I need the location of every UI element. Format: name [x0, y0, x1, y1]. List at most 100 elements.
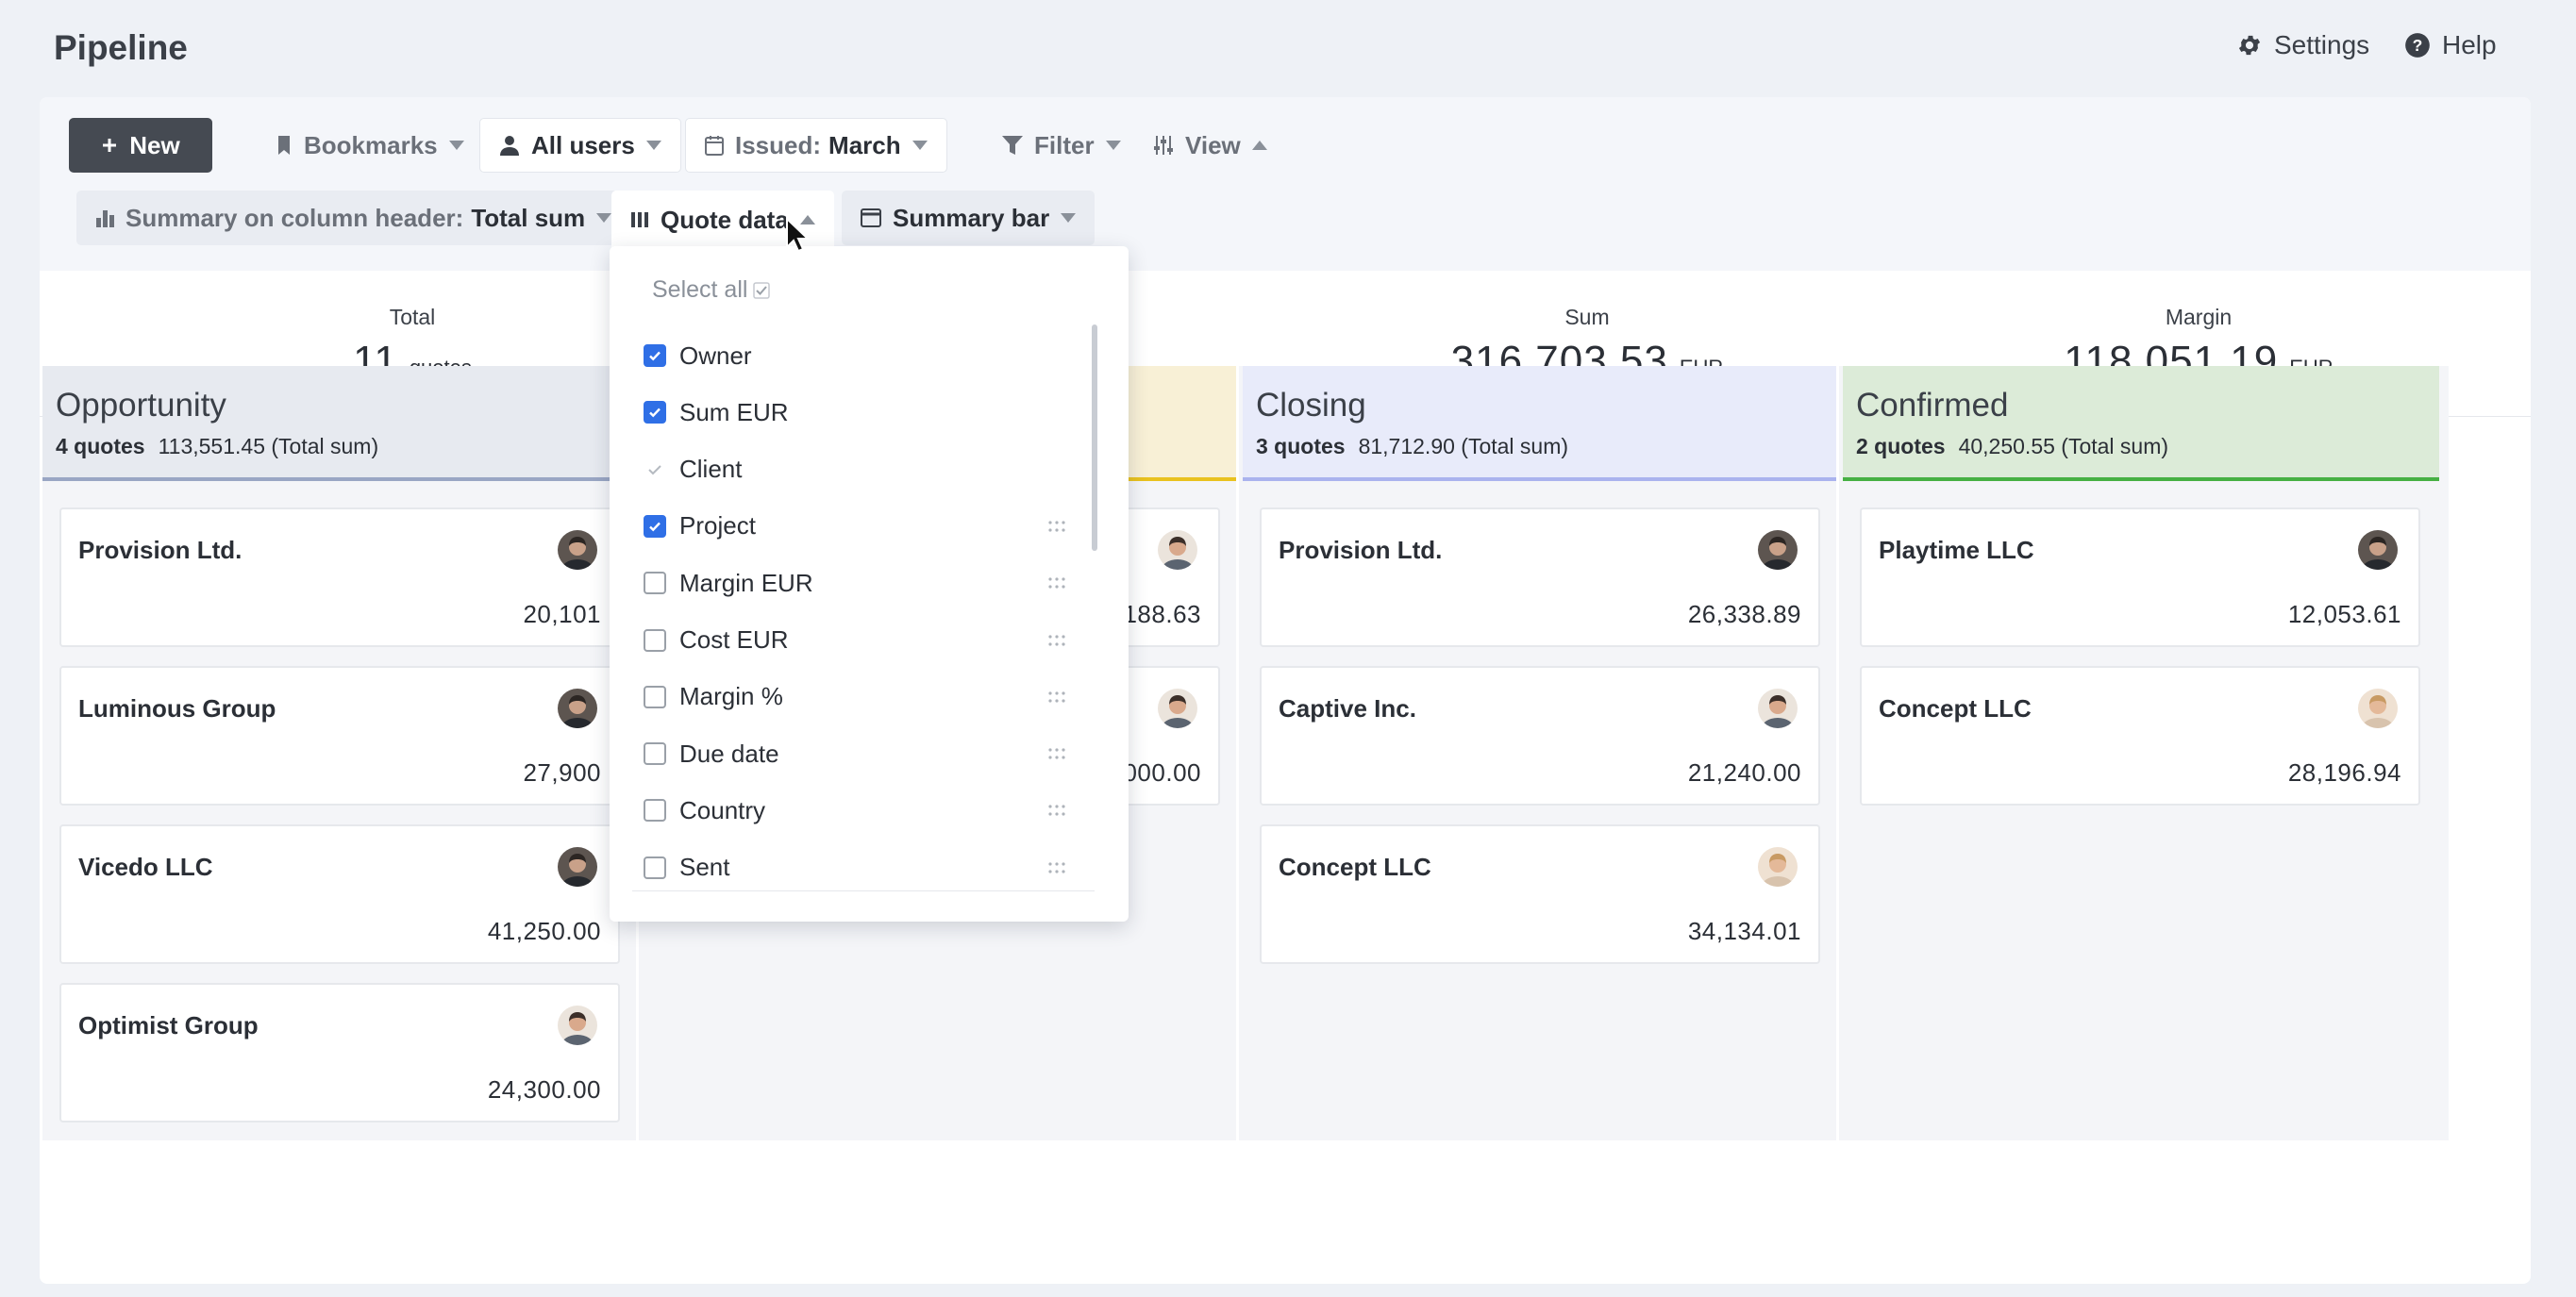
option-checkbox[interactable] [644, 572, 666, 595]
option-checkbox[interactable] [644, 514, 666, 538]
settings-link[interactable]: Settings [2236, 30, 2369, 60]
card-client: Luminous Group [78, 694, 276, 723]
menu-option[interactable]: Country [644, 786, 1066, 835]
users-dropdown[interactable]: All users [479, 118, 681, 173]
option-label: Cost EUR [679, 625, 789, 654]
caret-down-icon [448, 141, 464, 150]
menu-option[interactable]: Project [644, 502, 1066, 551]
issued-value: March [828, 130, 901, 159]
owner-avatar [2358, 689, 2398, 728]
issued-prefix: Issued: [735, 130, 822, 159]
svg-text:?: ? [2413, 36, 2423, 55]
option-label: Margin % [679, 682, 783, 711]
drag-handle-icon[interactable] [1047, 577, 1066, 589]
filter-dropdown[interactable]: Filter [983, 118, 1140, 173]
select-all-option[interactable]: Select all [652, 276, 771, 304]
card-value: 12,053.61 [2287, 600, 2401, 628]
owner-avatar [1158, 530, 1197, 570]
users-label: All users [531, 130, 635, 159]
column-total: 81,712.90 (Total sum) [1358, 434, 1569, 458]
menu-divider [632, 890, 1095, 891]
column-header: Closing 3 quotes 81,712.90 (Total sum) [1243, 366, 1836, 481]
owner-avatar [558, 689, 597, 728]
caret-down-icon [1105, 141, 1121, 150]
column-title: Confirmed [1856, 387, 2009, 424]
drag-handle-icon[interactable] [1047, 521, 1066, 532]
caret-down-icon [1061, 213, 1077, 223]
view-dropdown[interactable]: View [1134, 118, 1286, 173]
drag-handle-icon[interactable] [1047, 805, 1066, 816]
top-bar: Pipeline Settings ? Help [0, 0, 2576, 98]
menu-option[interactable]: Sum EUR [644, 388, 1066, 437]
caret-down-icon [596, 213, 612, 223]
plus-icon [101, 137, 118, 154]
menu-option[interactable]: Due date [644, 729, 1066, 778]
drag-handle-icon[interactable] [1047, 634, 1066, 646]
sliders-icon [1153, 135, 1174, 156]
quote-card[interactable]: Optimist Group 24,300.00 [59, 983, 620, 1122]
owner-avatar [1758, 847, 1798, 887]
bookmark-icon [276, 135, 293, 156]
bookmarks-label: Bookmarks [304, 130, 438, 159]
quote-card[interactable]: Luminous Group 27,900 [59, 666, 620, 806]
columns-icon [630, 211, 649, 228]
drag-handle-icon[interactable] [1047, 748, 1066, 759]
option-checkbox[interactable] [644, 628, 666, 652]
quote-card[interactable]: Provision Ltd. 20,101 [59, 507, 620, 647]
menu-option[interactable]: Cost EUR [644, 616, 1066, 665]
drag-handle-icon[interactable] [1047, 862, 1066, 873]
quote-card[interactable]: Concept LLC 28,196.94 [1860, 666, 2420, 806]
option-label: Client [679, 455, 743, 484]
card-client: Vicedo LLC [78, 853, 213, 881]
column-title: Opportunity [56, 387, 226, 424]
menu-scrollbar[interactable] [1092, 324, 1097, 551]
issued-date-dropdown[interactable]: Issued: March [685, 118, 947, 173]
card-client: Concept LLC [1279, 853, 1431, 881]
quote-card[interactable]: Concept LLC 34,134.01 [1260, 824, 1820, 964]
new-button[interactable]: New [69, 118, 212, 173]
caret-down-icon [912, 141, 928, 150]
help-link[interactable]: ? Help [2404, 30, 2497, 60]
summary-header-value: Total sum [471, 203, 586, 232]
menu-option[interactable]: Owner [644, 331, 1066, 380]
column-opportunity: Opportunity 4 quotes 113,551.45 (Total su… [42, 366, 639, 1140]
summary-margin-label: Margin [2165, 305, 2233, 329]
filter-label: Filter [1034, 130, 1095, 159]
quote-card[interactable]: Captive Inc. 21,240.00 [1260, 666, 1820, 806]
menu-option[interactable]: Margin % [644, 673, 1066, 722]
column-header: Confirmed 2 quotes 40,250.55 (Total sum) [1843, 366, 2439, 481]
owner-avatar [558, 1006, 597, 1045]
option-label: Due date [679, 739, 779, 768]
column-count: 3 quotes [1256, 434, 1346, 458]
option-checkbox[interactable] [644, 742, 666, 766]
option-label: Sum EUR [679, 397, 789, 426]
new-button-label: New [129, 130, 180, 159]
quote-card[interactable]: Vicedo LLC 41,250.00 [59, 824, 620, 964]
option-label: Country [679, 795, 766, 824]
quote-card[interactable]: Provision Ltd. 26,338.89 [1260, 507, 1820, 647]
menu-option[interactable]: Margin EUR [644, 558, 1066, 607]
drag-handle-icon[interactable] [1047, 691, 1066, 703]
column-title: Closing [1256, 387, 1366, 424]
quote-data-label: Quote data [661, 205, 789, 234]
card-client: Playtime LLC [1879, 536, 2034, 564]
owner-avatar [558, 530, 597, 570]
window-icon [861, 208, 881, 227]
summary-header-dropdown[interactable]: Summary on column header: Total sum [76, 191, 631, 245]
option-checkbox[interactable] [644, 856, 666, 879]
pipeline-board: Opportunity 4 quotes 113,551.45 (Total su… [42, 366, 2449, 1140]
card-value: 41,250.00 [487, 917, 601, 945]
option-checkbox[interactable] [644, 685, 666, 708]
option-checkbox[interactable] [644, 344, 666, 367]
quote-card[interactable]: Playtime LLC 12,053.61 [1860, 507, 2420, 647]
card-value: 27,900 [523, 758, 601, 787]
option-label: Owner [679, 341, 752, 370]
bookmarks-dropdown[interactable]: Bookmarks [257, 118, 483, 173]
help-icon: ? [2404, 32, 2431, 58]
summary-bar-dropdown[interactable]: Summary bar [842, 191, 1096, 245]
option-checkbox[interactable] [644, 799, 666, 823]
menu-option[interactable]: Client [644, 445, 1066, 494]
menu-option[interactable]: Sent [644, 843, 1066, 892]
option-checkbox[interactable] [644, 401, 666, 424]
card-client: Optimist Group [78, 1011, 259, 1039]
